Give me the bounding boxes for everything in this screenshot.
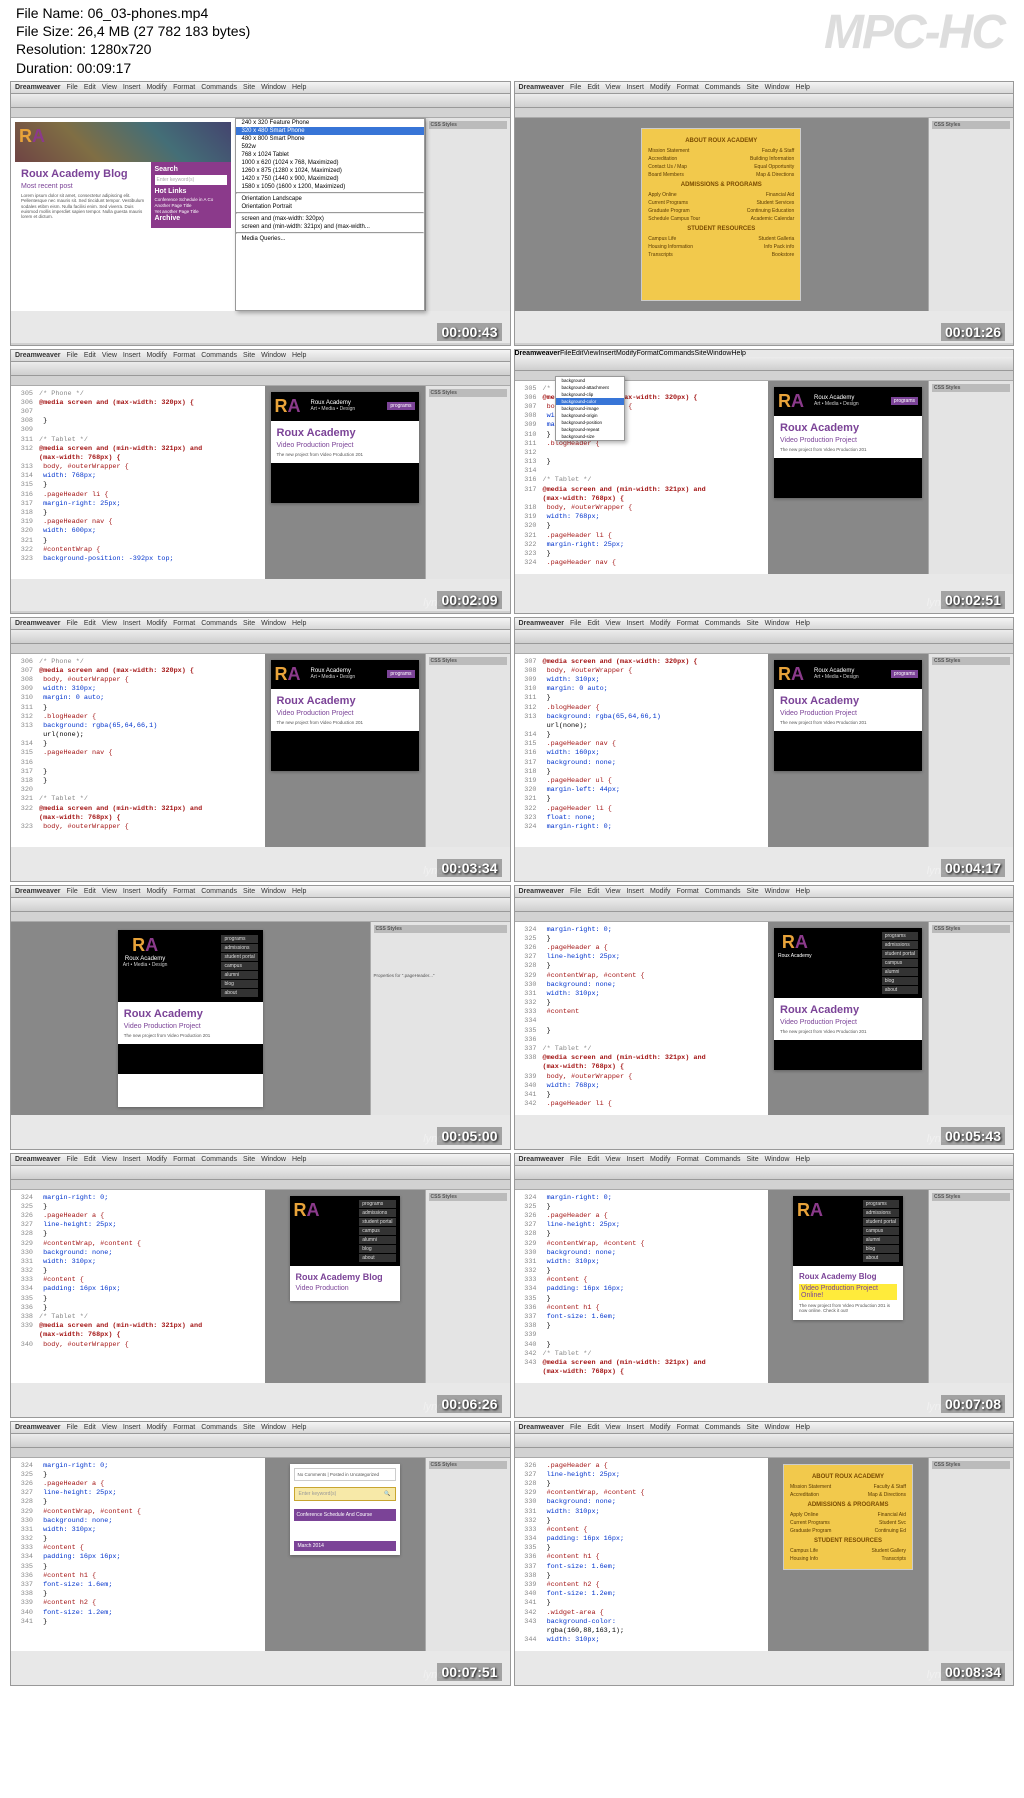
code-editor[interactable]: 305/* Phone */ 306@media screen and (max… — [11, 386, 265, 579]
toolbar[interactable] — [11, 94, 510, 108]
thumbnail-8[interactable]: DreamweaverFileEditViewInsertModifyForma… — [514, 885, 1015, 1150]
about-page-preview: ABOUT ROUX ACADEMY Mission StatementFacu… — [641, 128, 801, 301]
thumbnail-12[interactable]: DreamweaverFileEditViewInsertModifyForma… — [514, 1421, 1015, 1686]
thumbnail-1[interactable]: DreamweaverFileEditViewInsertModifyForma… — [10, 81, 511, 346]
menu-bar[interactable]: DreamweaverFileEditViewInsertModifyForma… — [11, 82, 510, 94]
thumbnail-11[interactable]: DreamweaverFileEditViewInsertModifyForma… — [10, 1421, 511, 1686]
player-watermark: MPC-HC — [824, 5, 1004, 60]
thumbnail-9[interactable]: DreamweaverFileEditViewInsertModifyForma… — [10, 1153, 511, 1418]
thumbnail-grid: DreamweaverFileEditViewInsertModifyForma… — [0, 81, 1024, 1696]
thumbnail-4[interactable]: DreamweaverFileEditViewInsertModifyForma… — [514, 349, 1015, 614]
viewport-dropdown[interactable]: 240 x 320 Feature Phone 320 x 480 Smart … — [235, 118, 425, 311]
thumbnail-2[interactable]: DreamweaverFileEditViewInsertModifyForma… — [514, 81, 1015, 346]
search-icon: 🔍 — [384, 1491, 390, 1497]
thumbnail-7[interactable]: DreamweaverFileEditViewInsertModifyForma… — [10, 885, 511, 1150]
css-panel[interactable]: CSS Styles — [425, 118, 510, 311]
timestamp: 00:00:43 — [437, 323, 501, 341]
thumbnail-3[interactable]: DreamweaverFileEditViewInsertModifyForma… — [10, 349, 511, 614]
status-bar — [11, 343, 510, 345]
tab-bar[interactable] — [11, 108, 510, 118]
thumbnail-5[interactable]: DreamweaverFileEditViewInsertModifyForma… — [10, 617, 511, 882]
thumbnail-10[interactable]: DreamweaverFileEditViewInsertModifyForma… — [514, 1153, 1015, 1418]
thumbnail-6[interactable]: DreamweaverFileEditViewInsertModifyForma… — [514, 617, 1015, 882]
